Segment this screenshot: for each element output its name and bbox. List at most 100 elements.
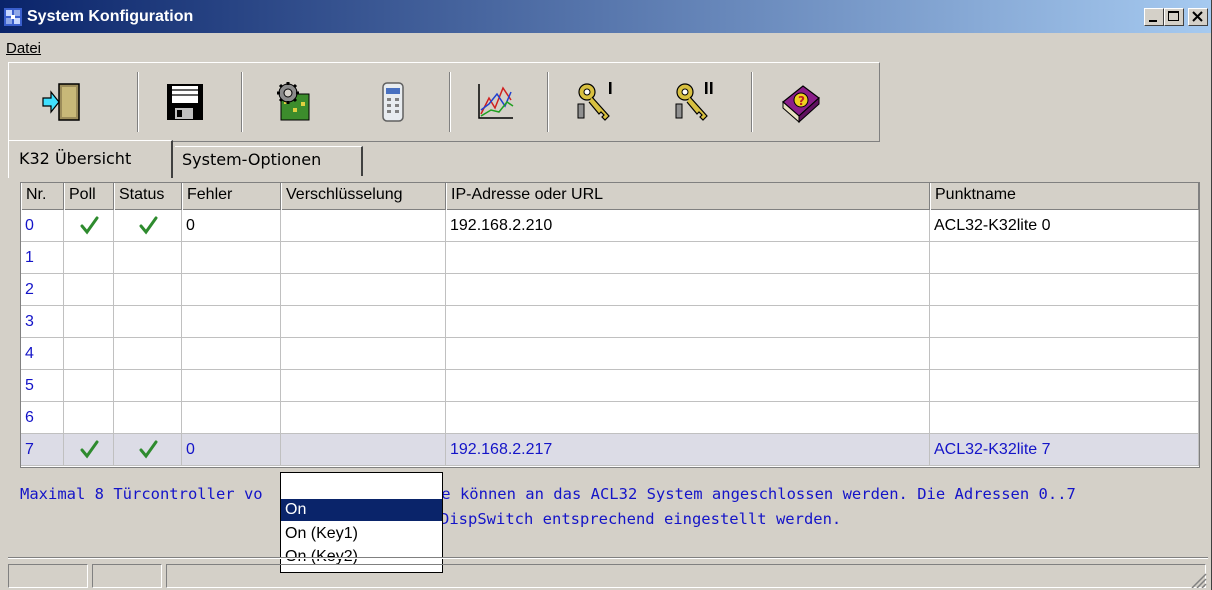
cell-ip[interactable] xyxy=(446,402,930,434)
maximize-button[interactable] xyxy=(1164,8,1184,26)
cell-status[interactable] xyxy=(114,338,182,370)
cell-poll[interactable] xyxy=(64,434,114,466)
exit-button[interactable] xyxy=(31,70,91,134)
cell-poll[interactable] xyxy=(64,210,114,242)
cell-fehler[interactable] xyxy=(182,338,281,370)
cell-punktname[interactable]: ACL32-K32lite 7 xyxy=(930,434,1199,466)
close-button[interactable] xyxy=(1188,8,1208,26)
minimize-button[interactable] xyxy=(1144,8,1164,26)
app-icon xyxy=(4,8,22,26)
dropdown-option-on[interactable]: On xyxy=(281,499,442,521)
checkmark-icon xyxy=(139,440,158,459)
table-row[interactable]: 2 xyxy=(21,274,1199,306)
cell-fehler[interactable] xyxy=(182,274,281,306)
cell-ip[interactable] xyxy=(446,306,930,338)
table-row[interactable]: 5 xyxy=(21,370,1199,402)
cell-fehler[interactable] xyxy=(182,370,281,402)
cell-poll[interactable] xyxy=(64,306,114,338)
cell-nr[interactable]: 4 xyxy=(21,338,64,370)
cell-ip[interactable] xyxy=(446,370,930,402)
cell-poll[interactable] xyxy=(64,274,114,306)
tab-system-options[interactable]: System-Optionen xyxy=(175,146,363,176)
cell-status[interactable] xyxy=(114,306,182,338)
gear-board-icon xyxy=(277,82,310,121)
cell-punktname[interactable] xyxy=(930,338,1199,370)
status-panel xyxy=(92,564,162,588)
save-button[interactable] xyxy=(153,70,213,134)
cell-ip[interactable]: 192.168.2.210 xyxy=(446,210,930,242)
cell-ip[interactable] xyxy=(446,274,930,306)
cell-status[interactable] xyxy=(114,434,182,466)
table-row[interactable]: 4 xyxy=(21,338,1199,370)
cell-fehler[interactable]: 0 xyxy=(182,434,281,466)
table-row[interactable]: 6 xyxy=(21,402,1199,434)
cell-verschluesselung[interactable] xyxy=(281,210,446,242)
toolbar-separator xyxy=(547,72,549,132)
cell-fehler[interactable]: 0 xyxy=(182,210,281,242)
cell-nr[interactable]: 2 xyxy=(21,274,64,306)
minimize-icon xyxy=(1149,20,1157,22)
cell-nr[interactable]: 3 xyxy=(21,306,64,338)
table-row[interactable]: 7 0 192.168.2.217 ACL32-K32lite 7 xyxy=(21,434,1199,466)
cell-punktname[interactable] xyxy=(930,370,1199,402)
cell-punktname[interactable] xyxy=(930,242,1199,274)
table-row[interactable]: 0 0 192.168.2.210 ACL32-K32lite 0 xyxy=(21,210,1199,242)
cell-poll[interactable] xyxy=(64,370,114,402)
column-header-punktname[interactable]: Punktname xyxy=(930,183,1199,210)
settings-button[interactable] xyxy=(261,70,321,134)
cell-status[interactable] xyxy=(114,370,182,402)
column-header-poll[interactable]: Poll xyxy=(64,183,114,210)
chart-button[interactable] xyxy=(463,70,523,134)
cell-punktname[interactable]: ACL32-K32lite 0 xyxy=(930,210,1199,242)
cell-fehler[interactable] xyxy=(182,242,281,274)
cell-nr[interactable]: 6 xyxy=(21,402,64,434)
column-header-ip[interactable]: IP-Adresse oder URL xyxy=(446,183,930,210)
cell-fehler[interactable] xyxy=(182,306,281,338)
table-row[interactable]: 3 xyxy=(21,306,1199,338)
cell-nr[interactable]: 7 xyxy=(21,434,64,466)
cell-verschluesselung[interactable] xyxy=(281,338,446,370)
controller-grid[interactable]: Nr. Poll Status Fehler Verschlüsselung I… xyxy=(20,182,1200,468)
cell-poll[interactable] xyxy=(64,242,114,274)
cell-verschluesselung[interactable] xyxy=(281,306,446,338)
key2-button[interactable] xyxy=(663,70,723,134)
column-header-status[interactable]: Status xyxy=(114,183,182,210)
cell-ip[interactable] xyxy=(446,242,930,274)
cell-status[interactable] xyxy=(114,274,182,306)
dropdown-option[interactable] xyxy=(281,473,442,495)
cell-punktname[interactable] xyxy=(930,402,1199,434)
menu-item-datei[interactable]: Datei xyxy=(6,40,41,57)
cell-poll[interactable] xyxy=(64,338,114,370)
column-header-nr[interactable]: Nr. xyxy=(21,183,64,210)
cell-nr[interactable]: 5 xyxy=(21,370,64,402)
cell-nr[interactable]: 0 xyxy=(21,210,64,242)
cell-status[interactable] xyxy=(114,210,182,242)
cell-verschluesselung[interactable] xyxy=(281,370,446,402)
cell-verschluesselung[interactable] xyxy=(281,434,446,466)
device-button[interactable] xyxy=(361,70,421,134)
cell-poll[interactable] xyxy=(64,402,114,434)
title-bar[interactable]: System Konfiguration xyxy=(0,0,1211,33)
column-header-fehler[interactable]: Fehler xyxy=(182,183,281,210)
cell-ip[interactable]: 192.168.2.217 xyxy=(446,434,930,466)
close-icon xyxy=(1192,11,1203,22)
column-header-verschluesselung[interactable]: Verschlüsselung xyxy=(281,183,446,210)
cell-punktname[interactable] xyxy=(930,306,1199,338)
tab-k32-overview[interactable]: K32 Übersicht xyxy=(8,140,173,178)
resize-grip-icon[interactable] xyxy=(1190,572,1208,588)
table-row[interactable]: 1 xyxy=(21,242,1199,274)
checkmark-icon xyxy=(80,440,99,459)
cell-verschluesselung[interactable] xyxy=(281,274,446,306)
cell-status[interactable] xyxy=(114,242,182,274)
cell-status[interactable] xyxy=(114,402,182,434)
checkmark-icon xyxy=(139,216,158,235)
help-button[interactable]: ? xyxy=(769,70,829,134)
cell-verschluesselung[interactable] xyxy=(281,402,446,434)
cell-ip[interactable] xyxy=(446,338,930,370)
cell-nr[interactable]: 1 xyxy=(21,242,64,274)
dropdown-option-on-key1[interactable]: On (Key1) xyxy=(281,523,442,545)
cell-fehler[interactable] xyxy=(182,402,281,434)
cell-punktname[interactable] xyxy=(930,274,1199,306)
cell-verschluesselung[interactable] xyxy=(281,242,446,274)
key1-button[interactable] xyxy=(565,70,625,134)
